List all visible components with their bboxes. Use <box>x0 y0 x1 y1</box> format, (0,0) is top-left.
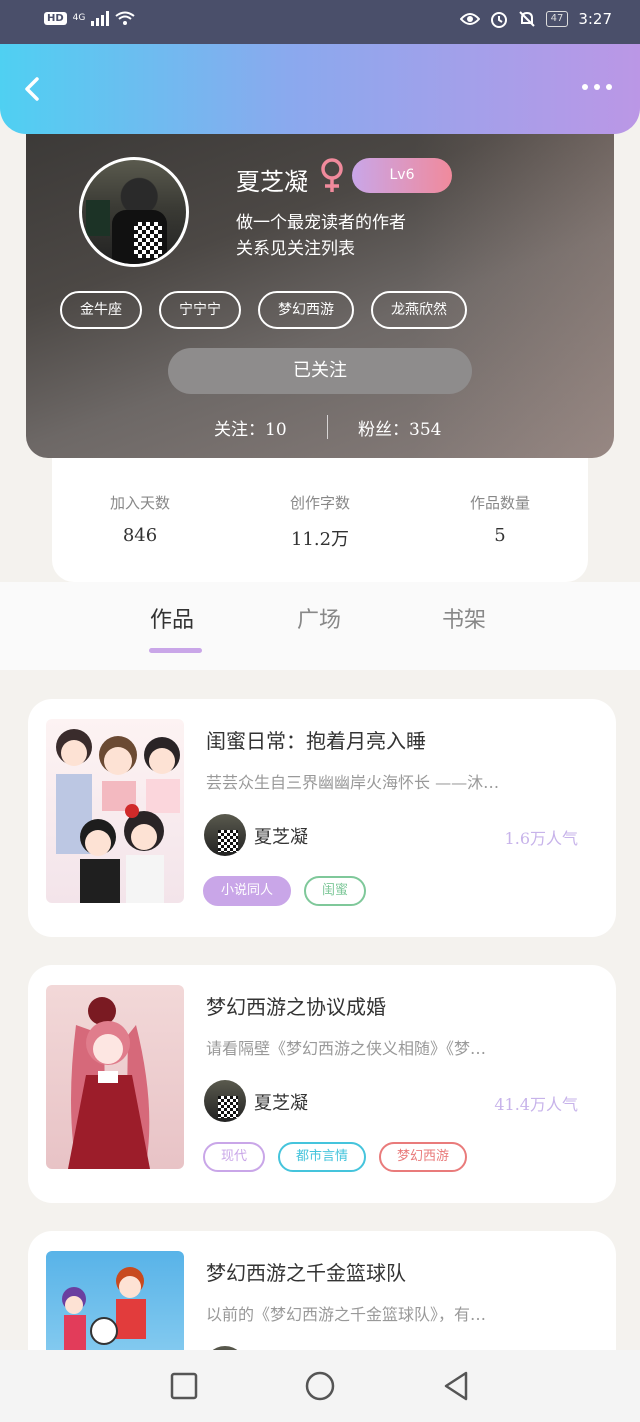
tab-works[interactable]: 作品 <box>150 602 194 634</box>
battery-icon: 47 <box>545 11 569 27</box>
alarm-icon <box>490 12 507 28</box>
profile-tags: 金牛座 宁宁宁 梦幻西游 龙燕欣然 <box>60 291 467 329</box>
work-title[interactable]: 梦幻西游之协议成婚 <box>206 991 386 1020</box>
work-tag[interactable]: 都市言情 <box>278 1142 367 1172</box>
work-description: 请看隔壁《梦幻西游之侠义相随》《梦… <box>206 1039 487 1058</box>
profile-tag[interactable]: 金牛座 <box>60 291 142 329</box>
level-badge: Lv6 <box>352 158 452 193</box>
bio-line-2: 关系见关注列表 <box>236 239 355 259</box>
mute-bell-icon <box>518 11 535 27</box>
work-tags: 小说同人 闺蜜 <box>203 876 367 906</box>
network-label: 4G <box>72 13 86 23</box>
avatar[interactable] <box>79 157 189 267</box>
following-count[interactable]: 关注：10 <box>214 415 287 440</box>
stat-value: 846 <box>122 525 158 546</box>
female-icon <box>321 158 343 192</box>
tab-square[interactable]: 广场 <box>297 602 341 634</box>
author-avatar <box>204 814 246 856</box>
system-nav-bar <box>0 1350 640 1422</box>
work-author: 夏芝凝 <box>254 827 308 848</box>
hd-badge: HD <box>44 11 67 25</box>
back-triangle-icon[interactable] <box>440 1370 472 1402</box>
recent-apps-icon[interactable] <box>168 1370 200 1402</box>
work-card[interactable]: 闺蜜日常：抱着月亮入睡 芸芸众生自三界幽幽岸火海怀长 ——沐… 夏芝凝 1.6万… <box>28 699 616 937</box>
work-author: 夏芝凝 <box>254 1093 308 1114</box>
work-cover-image[interactable] <box>46 985 184 1169</box>
stat-label: 作品数量 <box>469 494 530 512</box>
top-header <box>0 44 640 134</box>
more-horizontal-icon[interactable] <box>582 84 616 96</box>
clock-time: 3:27 <box>578 10 612 28</box>
work-title[interactable]: 闺蜜日常：抱着月亮入睡 <box>206 725 426 754</box>
fans-count[interactable]: 粉丝：354 <box>358 415 441 440</box>
wifi-icon <box>115 11 135 25</box>
profile-tag[interactable]: 宁宁宁 <box>159 291 241 329</box>
profile-bio: 做一个最宠读者的作者 关系见关注列表 <box>236 210 406 262</box>
work-tag[interactable]: 现代 <box>203 1142 266 1172</box>
stat-value: 11.2万 <box>290 529 350 550</box>
work-description: 芸芸众生自三界幽幽岸火海怀长 ——沐… <box>206 773 500 792</box>
profile-tag[interactable]: 梦幻西游 <box>258 291 354 329</box>
stat-works-count: 作品数量 5 <box>430 492 570 546</box>
work-popularity: 41.4万人气 <box>494 1095 578 1114</box>
stat-label: 加入天数 <box>109 494 170 512</box>
stats-card: 加入天数 846 创作字数 11.2万 作品数量 5 <box>52 458 588 582</box>
chevron-left-icon[interactable] <box>20 76 46 102</box>
tab-bar: 作品 广场 书架 <box>0 582 640 670</box>
eye-icon <box>459 13 480 25</box>
stat-join-days: 加入天数 846 <box>70 492 210 546</box>
signal-icon <box>91 10 110 26</box>
work-tag[interactable]: 闺蜜 <box>304 876 367 906</box>
work-description: 以前的《梦幻西游之千金篮球队》，有… <box>206 1305 487 1324</box>
divider <box>327 415 328 439</box>
author-avatar <box>204 1080 246 1122</box>
follow-counts: 关注：10 粉丝：354 <box>26 415 614 441</box>
profile-card: 夏芝凝 Lv6 做一个最宠读者的作者 关系见关注列表 金牛座 宁宁宁 梦幻西游 … <box>26 112 614 458</box>
work-tags: 现代 都市言情 梦幻西游 <box>203 1142 468 1172</box>
work-title[interactable]: 梦幻西游之千金篮球队 <box>206 1257 406 1286</box>
bio-line-1: 做一个最宠读者的作者 <box>236 213 406 233</box>
profile-tag[interactable]: 龙燕欣然 <box>371 291 467 329</box>
active-tab-indicator <box>149 648 202 653</box>
work-tag[interactable]: 梦幻西游 <box>379 1142 468 1172</box>
stat-value: 5 <box>494 525 506 546</box>
tab-bookshelf[interactable]: 书架 <box>442 602 486 634</box>
stat-label: 创作字数 <box>289 494 350 512</box>
work-popularity: 1.6万人气 <box>504 829 578 848</box>
home-icon[interactable] <box>304 1370 336 1402</box>
work-tag[interactable]: 小说同人 <box>203 876 292 906</box>
follow-button[interactable]: 已关注 <box>168 348 472 394</box>
stat-word-count: 创作字数 11.2万 <box>250 492 390 551</box>
work-cover-image[interactable] <box>46 719 184 903</box>
work-card[interactable]: 梦幻西游之协议成婚 请看隔壁《梦幻西游之侠义相随》《梦… 夏芝凝 41.4万人气… <box>28 965 616 1203</box>
status-bar: HD 4G 47 3:27 <box>0 0 640 44</box>
profile-name: 夏芝凝 <box>236 168 308 196</box>
